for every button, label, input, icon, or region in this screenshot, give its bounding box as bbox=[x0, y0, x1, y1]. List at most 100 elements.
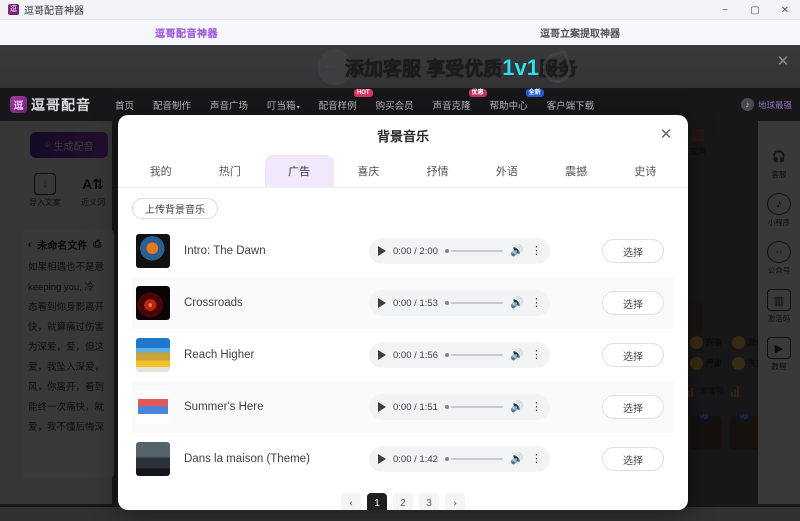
volume-icon[interactable]: 🔊 bbox=[510, 245, 524, 257]
close-icon[interactable]: ✕ bbox=[658, 127, 674, 143]
play-icon[interactable] bbox=[378, 402, 386, 412]
app-logo[interactable]: 逗 逗哥配音 bbox=[10, 95, 91, 115]
upload-row: 上传背景音乐 bbox=[118, 188, 688, 225]
close-window-button[interactable]: ✕ bbox=[770, 0, 800, 20]
logo-mark-icon: 逗 bbox=[10, 96, 27, 113]
category-tabs: 我的 热门 广告 喜庆 抒情 外语 震撼 史诗 bbox=[118, 155, 688, 188]
maximize-button[interactable]: ▢ bbox=[740, 0, 770, 20]
window-tab-title: 逗哥配音神器 bbox=[24, 6, 84, 17]
tab-foreign[interactable]: 外语 bbox=[472, 155, 541, 187]
select-button[interactable]: 选择 bbox=[602, 291, 664, 315]
audio-player[interactable]: 0:00 / 2:00 🔊 ⋮ bbox=[369, 238, 550, 264]
progress-slider[interactable] bbox=[444, 301, 504, 305]
more-options-icon[interactable]: ⋮ bbox=[531, 297, 542, 309]
nav-item-voice-square[interactable]: 声音广场 bbox=[210, 98, 248, 112]
tab-lyrical[interactable]: 抒情 bbox=[403, 155, 472, 187]
promo-right-label[interactable]: 逗哥立案提取神器 bbox=[540, 25, 620, 40]
nav-item-dubbing-create[interactable]: 配音制作 bbox=[153, 98, 191, 112]
progress-track bbox=[450, 354, 504, 356]
audio-player[interactable]: 0:00 / 1:53 🔊 ⋮ bbox=[369, 290, 550, 316]
pagination-page-3[interactable]: 3 bbox=[419, 493, 439, 510]
audio-player[interactable]: 0:00 / 1:51 🔊 ⋮ bbox=[369, 394, 550, 420]
tab-festive[interactable]: 喜庆 bbox=[334, 155, 403, 187]
progress-handle bbox=[444, 353, 449, 357]
promo-left-label[interactable]: 逗哥配音神器 bbox=[155, 25, 218, 40]
nav-item-client-download[interactable]: 客户端下载 bbox=[547, 98, 595, 112]
minimize-button[interactable]: − bbox=[710, 0, 740, 20]
album-art bbox=[136, 338, 170, 372]
play-icon[interactable] bbox=[378, 350, 386, 360]
upload-background-music-button[interactable]: 上传背景音乐 bbox=[132, 198, 218, 219]
nav-item-label: 叮当箱 bbox=[267, 100, 296, 112]
play-icon[interactable] bbox=[378, 298, 386, 308]
play-icon[interactable] bbox=[378, 246, 386, 256]
banner-text-before: 添加客服 享受优质 bbox=[345, 59, 503, 80]
new-badge: 全新 bbox=[525, 88, 544, 97]
window-tab[interactable]: 逗 逗哥配音神器 bbox=[0, 0, 92, 20]
progress-track bbox=[450, 302, 504, 304]
more-options-icon[interactable]: ⋮ bbox=[531, 401, 542, 413]
pagination-page-2[interactable]: 2 bbox=[393, 493, 413, 510]
more-options-icon[interactable]: ⋮ bbox=[531, 245, 542, 257]
tab-epic[interactable]: 史诗 bbox=[611, 155, 680, 187]
select-button[interactable]: 选择 bbox=[602, 395, 664, 419]
audio-player[interactable]: 0:00 / 1:56 🔊 ⋮ bbox=[369, 342, 550, 368]
more-options-icon[interactable]: ⋮ bbox=[531, 453, 542, 465]
pagination-page-1[interactable]: 1 bbox=[367, 493, 387, 510]
nav-item-voice-clone[interactable]: 声音克隆 优惠 bbox=[432, 88, 487, 112]
logo-text: 逗哥配音 bbox=[31, 96, 91, 113]
banner-close-icon[interactable]: ✕ bbox=[776, 54, 790, 69]
track-time: 0:00 / 1:51 bbox=[393, 401, 438, 413]
nav-item-buy-membership[interactable]: 购买会员 bbox=[376, 98, 414, 112]
tab-hot[interactable]: 热门 bbox=[195, 155, 264, 187]
album-art bbox=[136, 234, 170, 268]
progress-track bbox=[450, 458, 504, 460]
pagination-prev[interactable]: ‹ bbox=[341, 493, 361, 510]
track-row[interactable]: Crossroads 0:00 / 1:53 🔊 ⋮ 选择 bbox=[132, 277, 674, 329]
tab-epic-shock[interactable]: 震撼 bbox=[542, 155, 611, 187]
tab-mine[interactable]: 我的 bbox=[126, 155, 195, 187]
select-button[interactable]: 选择 bbox=[602, 343, 664, 367]
avatar: ♪ bbox=[740, 98, 754, 111]
nav-item-label: 首页 bbox=[115, 100, 135, 112]
track-title: Summer's Here bbox=[184, 401, 264, 413]
progress-handle bbox=[444, 249, 449, 253]
play-icon[interactable] bbox=[378, 454, 386, 464]
nav-item-dingdang-box[interactable]: 叮当箱▾ bbox=[267, 98, 300, 112]
progress-slider[interactable] bbox=[444, 405, 504, 409]
nav-username: 地球最强 bbox=[757, 99, 792, 110]
nav-item-label: 声音克隆 bbox=[432, 100, 471, 112]
banner-ad[interactable]: 添加客服 享受优质1v1服务 ✕ bbox=[0, 45, 800, 88]
volume-icon[interactable]: 🔊 bbox=[510, 297, 524, 309]
track-row[interactable]: Dans la maison (Theme) 0:00 / 1:42 🔊 ⋮ 选… bbox=[132, 433, 674, 485]
nav-item-label: 声音广场 bbox=[210, 100, 249, 112]
progress-slider[interactable] bbox=[444, 249, 504, 253]
progress-track bbox=[450, 250, 504, 252]
pagination-next[interactable]: › bbox=[445, 493, 465, 510]
progress-slider[interactable] bbox=[444, 457, 504, 461]
nav-item-help-center[interactable]: 帮助中心 全新 bbox=[490, 88, 544, 112]
nav-item-home[interactable]: 首页 bbox=[115, 98, 134, 112]
select-wrap: 选择 bbox=[550, 239, 670, 263]
select-button[interactable]: 选择 bbox=[602, 239, 664, 263]
discount-badge: 优惠 bbox=[468, 88, 487, 97]
track-row[interactable]: Intro: The Dawn 0:00 / 2:00 🔊 ⋮ 选择 bbox=[132, 225, 674, 277]
volume-icon[interactable]: 🔊 bbox=[510, 349, 524, 361]
track-time: 0:00 / 2:00 bbox=[393, 245, 438, 257]
audio-player[interactable]: 0:00 / 1:42 🔊 ⋮ bbox=[369, 446, 550, 472]
window-titlebar: 逗 逗哥配音神器 − ▢ ✕ bbox=[0, 0, 800, 20]
nav-item-label: 配音制作 bbox=[153, 100, 192, 112]
more-options-icon[interactable]: ⋮ bbox=[531, 349, 542, 361]
tab-advertising[interactable]: 广告 bbox=[264, 155, 334, 187]
track-row[interactable]: Summer's Here 0:00 / 1:51 🔊 ⋮ 选择 bbox=[132, 381, 674, 433]
progress-slider[interactable] bbox=[444, 353, 504, 357]
track-title: Dans la maison (Theme) bbox=[184, 453, 310, 465]
volume-icon[interactable]: 🔊 bbox=[510, 453, 524, 465]
track-row[interactable]: Reach Higher 0:00 / 1:56 🔊 ⋮ 选择 bbox=[132, 329, 674, 381]
select-button[interactable]: 选择 bbox=[602, 447, 664, 471]
volume-icon[interactable]: 🔊 bbox=[510, 401, 524, 413]
background-music-modal: 背景音乐 ✕ 我的 热门 广告 喜庆 抒情 外语 震撼 史诗 上传背景音乐 In… bbox=[118, 115, 688, 510]
nav-item-dubbing-samples[interactable]: 配音样例 HOT bbox=[319, 88, 373, 112]
album-art bbox=[136, 390, 170, 424]
nav-user-area[interactable]: ♪ 地球最强 bbox=[740, 98, 792, 111]
